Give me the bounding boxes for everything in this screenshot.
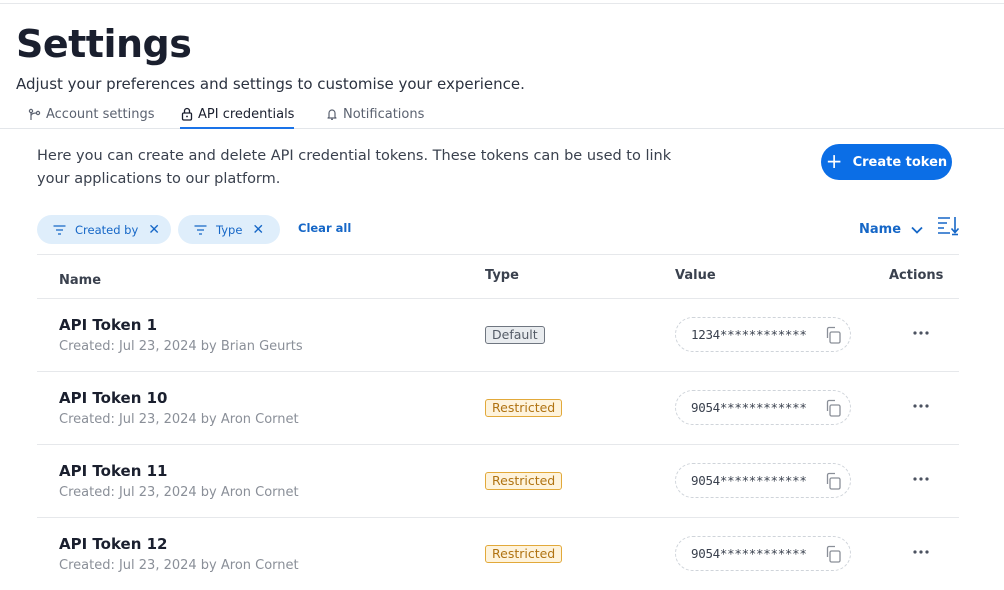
more-actions-icon[interactable] xyxy=(909,471,933,487)
tab-api-credentials[interactable]: API credentials xyxy=(180,107,295,129)
page-title: Settings xyxy=(16,22,192,66)
bell-icon xyxy=(325,107,338,121)
tab-label: Notifications xyxy=(343,107,425,122)
column-header-type[interactable]: Type xyxy=(485,268,519,283)
tab-account-settings[interactable]: Account settings xyxy=(28,107,154,129)
table-header: Name Type Value Actions xyxy=(37,254,959,299)
copy-icon[interactable] xyxy=(824,326,842,344)
more-actions-icon[interactable] xyxy=(909,544,933,560)
chevron-down-icon xyxy=(911,226,923,234)
token-value-field: 9054************ xyxy=(675,390,851,425)
type-badge: Restricted xyxy=(485,472,563,490)
column-header-value[interactable]: Value xyxy=(675,268,716,283)
more-actions-icon[interactable] xyxy=(909,398,933,414)
chip-label: Type xyxy=(216,222,243,237)
token-meta: Created: Jul 23, 2024 by Brian Geurts xyxy=(59,339,303,354)
token-name: API Token 10 xyxy=(59,389,168,407)
sort-descending-icon[interactable] xyxy=(937,216,959,236)
copy-icon[interactable] xyxy=(824,545,842,563)
token-name: API Token 12 xyxy=(59,535,168,553)
table-row[interactable]: API Token 11 Created: Jul 23, 2024 by Ar… xyxy=(37,445,959,518)
intro-text: Here you can create and delete API crede… xyxy=(37,148,672,187)
token-value: 9054************ xyxy=(691,473,807,488)
filter-chip-created-by[interactable]: Created by ✕ xyxy=(37,215,171,244)
copy-icon[interactable] xyxy=(824,472,842,490)
copy-icon[interactable] xyxy=(824,399,842,417)
token-meta: Created: Jul 23, 2024 by Aron Cornet xyxy=(59,558,299,573)
tab-label: API credentials xyxy=(198,107,295,122)
token-value-field: 9054************ xyxy=(675,536,851,571)
filter-chip-type[interactable]: Type ✕ xyxy=(178,215,280,244)
tab-label: Account settings xyxy=(46,107,155,122)
more-actions-icon[interactable] xyxy=(909,325,933,341)
filter-icon xyxy=(194,224,207,235)
token-value: 1234************ xyxy=(691,327,807,342)
token-name: API Token 11 xyxy=(59,462,168,480)
token-value: 9054************ xyxy=(691,400,807,415)
lock-icon xyxy=(180,107,193,121)
branch-icon xyxy=(28,107,41,121)
settings-tabs: Account settings API credentials Notific… xyxy=(0,104,1004,129)
create-token-button[interactable]: + Create token xyxy=(821,144,952,180)
token-value-field: 9054************ xyxy=(675,463,851,498)
create-token-label: Create token xyxy=(852,154,948,170)
type-badge: Restricted xyxy=(485,399,563,417)
sort-field-select[interactable]: Name xyxy=(859,222,923,237)
token-value: 9054************ xyxy=(691,546,807,561)
table-row[interactable]: API Token 12 Created: Jul 23, 2024 by Ar… xyxy=(37,518,959,590)
tokens-table: Name Type Value Actions API Token 1 Crea… xyxy=(37,254,959,590)
close-icon[interactable]: ✕ xyxy=(252,223,264,237)
token-value-field: 1234************ xyxy=(675,317,851,352)
sort-field-label: Name xyxy=(859,222,902,237)
token-meta: Created: Jul 23, 2024 by Aron Cornet xyxy=(59,412,299,427)
table-row[interactable]: API Token 10 Created: Jul 23, 2024 by Ar… xyxy=(37,372,959,445)
clear-all-link[interactable]: Clear all xyxy=(298,221,351,235)
token-meta: Created: Jul 23, 2024 by Aron Cornet xyxy=(59,485,299,500)
filter-icon xyxy=(53,224,66,235)
chip-label: Created by xyxy=(75,222,139,237)
plus-icon: + xyxy=(825,149,843,173)
table-row[interactable]: API Token 1 Created: Jul 23, 2024 by Bri… xyxy=(37,299,959,372)
column-header-name[interactable]: Name xyxy=(59,273,101,288)
close-icon[interactable]: ✕ xyxy=(148,223,160,237)
page-subtitle: Adjust your preferences and settings to … xyxy=(16,75,525,93)
tab-notifications[interactable]: Notifications xyxy=(325,107,424,129)
type-badge: Default xyxy=(485,326,545,344)
column-header-actions: Actions xyxy=(889,268,944,283)
token-name: API Token 1 xyxy=(59,316,158,334)
top-divider xyxy=(0,3,1004,4)
type-badge: Restricted xyxy=(485,545,563,563)
